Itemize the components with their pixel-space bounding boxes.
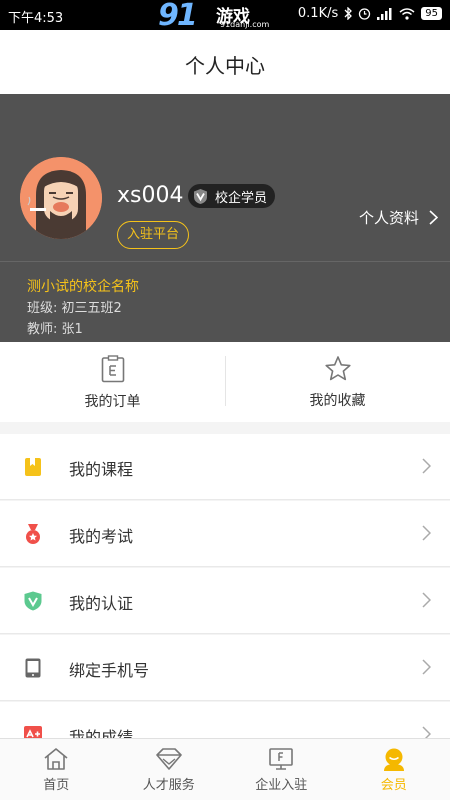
- chevron-right-icon: [422, 659, 431, 675]
- bookmark-book-icon: [25, 458, 41, 476]
- clipboard-icon: [101, 355, 124, 383]
- status-bar: 下午4:53 91 游戏 91danji.com 0.1K/s 95: [0, 0, 450, 33]
- wifi-icon: [399, 7, 415, 20]
- menu-label-my-certification: 我的认证: [69, 594, 134, 613]
- tab-member-label: 会员: [380, 778, 407, 793]
- bottom-tab-bar: 首页 人才服务 企业入驻 会员: [0, 738, 450, 800]
- battery-indicator: 95: [421, 7, 442, 20]
- status-time: 下午4:53: [8, 11, 64, 26]
- watermark-logo: 91 游戏 91danji.com: [158, 0, 293, 33]
- menu-label-my-exams: 我的考试: [69, 527, 134, 546]
- watermark-number: 91: [158, 0, 198, 33]
- tab-talent-services[interactable]: 人才服务: [113, 739, 226, 800]
- tab-enterprise-join-label: 企业入驻: [255, 778, 308, 793]
- join-platform-button[interactable]: 入驻平台: [117, 221, 190, 249]
- medal-icon: [26, 524, 40, 544]
- avatar[interactable]: [20, 157, 102, 239]
- role-badge-label: 校企学员: [215, 190, 268, 206]
- star-icon: [324, 356, 351, 381]
- tab-home-label: 首页: [43, 778, 70, 793]
- menu-label-bind-phone: 绑定手机号: [69, 661, 150, 680]
- my-favorites-label: 我的收藏: [309, 393, 366, 409]
- enterprise-icon: [269, 748, 294, 770]
- menu-item-bind-phone[interactable]: 绑定手机号: [0, 635, 450, 701]
- profile-card: xs004 校企学员 入驻平台 个人资料 测小试的校企名称 班级: 初三五班2 …: [0, 94, 450, 342]
- member-icon: [383, 748, 404, 771]
- my-favorites-button[interactable]: 我的收藏: [225, 342, 450, 422]
- title-bar: 个人中心: [0, 30, 450, 94]
- class-info: 班级: 初三五班2: [27, 301, 122, 316]
- quick-actions: 我的订单 我的收藏: [0, 342, 450, 422]
- tab-home[interactable]: 首页: [0, 739, 113, 800]
- profile-details-label: 个人资料: [358, 209, 419, 227]
- phone-icon: [25, 658, 41, 678]
- bluetooth-icon: [344, 7, 353, 20]
- status-icons: 0.1K/s 95: [298, 6, 442, 21]
- school-name: 测小试的校企名称: [27, 279, 139, 295]
- chevron-right-icon: [429, 210, 438, 225]
- avatar-illustration: [20, 157, 102, 239]
- teacher-info: 教师: 张1: [27, 322, 83, 337]
- menu-item-my-exams[interactable]: 我的考试: [0, 501, 450, 567]
- diamond-icon: [155, 748, 182, 770]
- tab-enterprise-join[interactable]: 企业入驻: [225, 739, 338, 800]
- alarm-icon: [359, 8, 371, 20]
- my-orders-button[interactable]: 我的订单: [0, 342, 225, 422]
- tab-member[interactable]: 会员: [338, 739, 450, 800]
- menu-item-my-courses[interactable]: 我的课程: [0, 434, 450, 500]
- menu-label-my-courses: 我的课程: [69, 460, 134, 479]
- watermark-url: 91danji.com: [220, 20, 270, 29]
- menu-list: 我的课程 我的考试 我的认证 绑定手机号 我的成绩: [0, 434, 450, 768]
- tab-talent-services-label: 人才服务: [142, 778, 195, 793]
- verified-icon: [194, 188, 207, 204]
- shield-check-icon: [24, 591, 42, 611]
- home-icon: [44, 748, 68, 770]
- chevron-right-icon: [422, 592, 431, 608]
- network-speed: 0.1K/s: [297, 6, 339, 21]
- role-badge: 校企学员: [188, 184, 276, 208]
- username: xs004: [117, 183, 184, 208]
- chevron-right-icon: [422, 525, 431, 541]
- menu-item-my-certification[interactable]: 我的认证: [0, 568, 450, 634]
- profile-details-link[interactable]: 个人资料: [359, 207, 438, 228]
- page-title: 个人中心: [185, 54, 265, 78]
- chevron-right-icon: [422, 458, 431, 474]
- signal-icon: [377, 7, 392, 20]
- profile-divider: [0, 261, 450, 262]
- my-orders-label: 我的订单: [84, 394, 141, 410]
